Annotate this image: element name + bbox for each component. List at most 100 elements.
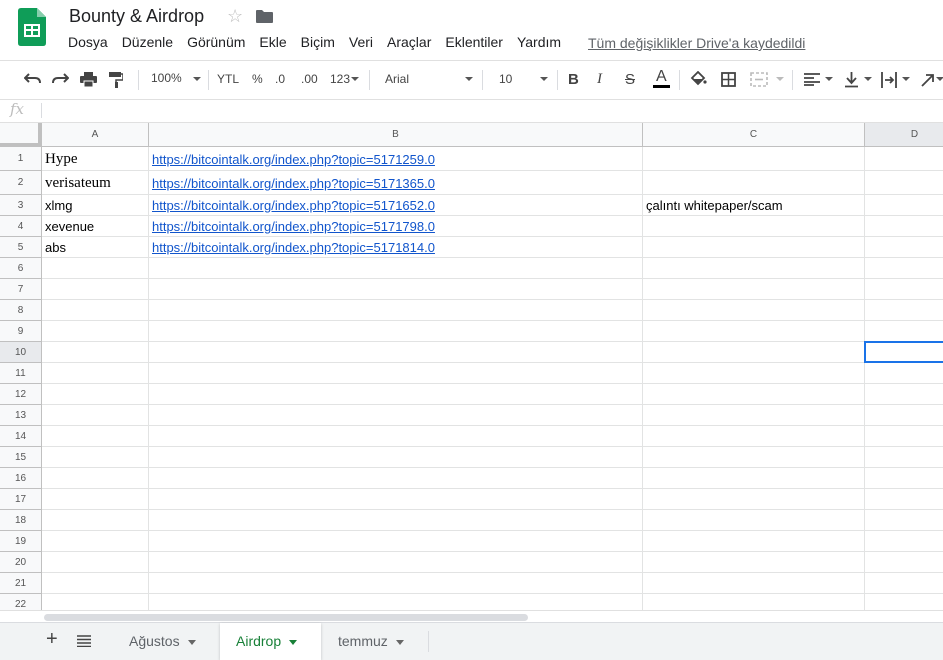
active-cell-selection[interactable]: [864, 341, 943, 363]
empty-cell[interactable]: [149, 426, 643, 447]
row-header[interactable]: 13: [0, 405, 42, 426]
merge-cells-icon[interactable]: [750, 72, 768, 87]
empty-cell[interactable]: [149, 321, 643, 342]
empty-cell[interactable]: [149, 447, 643, 468]
empty-cell[interactable]: [643, 426, 865, 447]
empty-cell[interactable]: [865, 405, 943, 426]
row-header[interactable]: 2: [0, 171, 42, 195]
empty-cell[interactable]: [865, 573, 943, 594]
decrease-decimal-button[interactable]: .0: [275, 72, 285, 86]
menu-insert[interactable]: Ekle: [259, 34, 286, 50]
empty-cell[interactable]: [643, 489, 865, 510]
empty-cell[interactable]: [865, 384, 943, 405]
sheet-tab-temmuz[interactable]: temmuz: [322, 623, 428, 660]
row-header[interactable]: 15: [0, 447, 42, 468]
empty-cell[interactable]: [149, 531, 643, 552]
empty-cell[interactable]: [865, 510, 943, 531]
cell-c2[interactable]: [643, 171, 865, 195]
cell-c5[interactable]: [643, 237, 865, 258]
text-wrap-icon[interactable]: [881, 72, 897, 88]
align-left-icon[interactable]: [804, 73, 820, 86]
increase-decimal-button[interactable]: .00: [301, 72, 318, 86]
row-header[interactable]: 10: [0, 342, 42, 363]
document-title[interactable]: Bounty & Airdrop: [69, 6, 204, 27]
empty-cell[interactable]: [149, 510, 643, 531]
empty-cell[interactable]: [643, 405, 865, 426]
empty-cell[interactable]: [149, 594, 643, 611]
cell-a2[interactable]: verisateum: [42, 171, 149, 195]
menu-file[interactable]: Dosya: [68, 34, 108, 50]
menu-addons[interactable]: Eklentiler: [445, 34, 503, 50]
empty-cell[interactable]: [42, 258, 149, 279]
select-all-corner[interactable]: [0, 123, 42, 147]
currency-format-button[interactable]: YTL: [217, 72, 239, 86]
percent-format-button[interactable]: %: [252, 72, 263, 86]
bold-button[interactable]: B: [568, 71, 579, 88]
cell-b5[interactable]: https://bitcointalk.org/index.php?topic=…: [149, 237, 643, 258]
empty-cell[interactable]: [149, 363, 643, 384]
empty-cell[interactable]: [865, 447, 943, 468]
empty-cell[interactable]: [643, 342, 865, 363]
empty-cell[interactable]: [643, 468, 865, 489]
column-header-d[interactable]: D: [865, 123, 943, 147]
row-header[interactable]: 1: [0, 147, 42, 171]
menu-format[interactable]: Biçim: [301, 34, 335, 50]
row-header[interactable]: 8: [0, 300, 42, 321]
empty-cell[interactable]: [865, 237, 943, 258]
cell-c1[interactable]: [643, 147, 865, 171]
redo-icon[interactable]: [52, 72, 69, 85]
empty-cell[interactable]: [865, 216, 943, 237]
empty-cell[interactable]: [865, 279, 943, 300]
empty-cell[interactable]: [42, 594, 149, 611]
sheet-tab-airdrop[interactable]: Airdrop: [220, 623, 321, 660]
row-header[interactable]: 9: [0, 321, 42, 342]
empty-cell[interactable]: [865, 195, 943, 216]
row-header[interactable]: 16: [0, 468, 42, 489]
column-header-c[interactable]: C: [643, 123, 865, 147]
empty-cell[interactable]: [865, 594, 943, 611]
empty-cell[interactable]: [149, 405, 643, 426]
sheets-logo-icon[interactable]: [18, 8, 46, 46]
menu-data[interactable]: Veri: [349, 34, 373, 50]
scrollbar-thumb[interactable]: [44, 614, 528, 621]
undo-icon[interactable]: [24, 72, 41, 85]
row-header[interactable]: 12: [0, 384, 42, 405]
cell-c3[interactable]: çalıntı whitepaper/scam: [643, 195, 865, 216]
empty-cell[interactable]: [42, 300, 149, 321]
menu-edit[interactable]: Düzenle: [122, 34, 173, 50]
empty-cell[interactable]: [865, 171, 943, 195]
row-header[interactable]: 11: [0, 363, 42, 384]
empty-cell[interactable]: [865, 147, 943, 171]
empty-cell[interactable]: [865, 468, 943, 489]
menu-tools[interactable]: Araçlar: [387, 34, 431, 50]
cell-b3[interactable]: https://bitcointalk.org/index.php?topic=…: [149, 195, 643, 216]
empty-cell[interactable]: [149, 573, 643, 594]
empty-cell[interactable]: [42, 426, 149, 447]
empty-cell[interactable]: [42, 363, 149, 384]
text-rotation-icon[interactable]: [920, 72, 936, 88]
empty-cell[interactable]: [42, 447, 149, 468]
column-header-b[interactable]: B: [149, 123, 643, 147]
empty-cell[interactable]: [643, 300, 865, 321]
row-header[interactable]: 22: [0, 594, 42, 611]
empty-cell[interactable]: [149, 300, 643, 321]
save-status-link[interactable]: Tüm değişiklikler Drive'a kaydedildi: [588, 35, 805, 51]
empty-cell[interactable]: [42, 552, 149, 573]
empty-cell[interactable]: [42, 321, 149, 342]
empty-cell[interactable]: [42, 342, 149, 363]
folder-icon[interactable]: [256, 10, 273, 23]
empty-cell[interactable]: [643, 321, 865, 342]
cell-a4[interactable]: xevenue: [42, 216, 149, 237]
row-header[interactable]: 4: [0, 216, 42, 237]
empty-cell[interactable]: [865, 300, 943, 321]
menu-view[interactable]: Görünüm: [187, 34, 245, 50]
empty-cell[interactable]: [643, 258, 865, 279]
vertical-align-icon[interactable]: [845, 72, 858, 88]
row-header[interactable]: 21: [0, 573, 42, 594]
row-header[interactable]: 20: [0, 552, 42, 573]
paint-format-icon[interactable]: [109, 72, 123, 88]
row-header[interactable]: 14: [0, 426, 42, 447]
cell-a5[interactable]: abs: [42, 237, 149, 258]
empty-cell[interactable]: [643, 531, 865, 552]
empty-cell[interactable]: [149, 489, 643, 510]
